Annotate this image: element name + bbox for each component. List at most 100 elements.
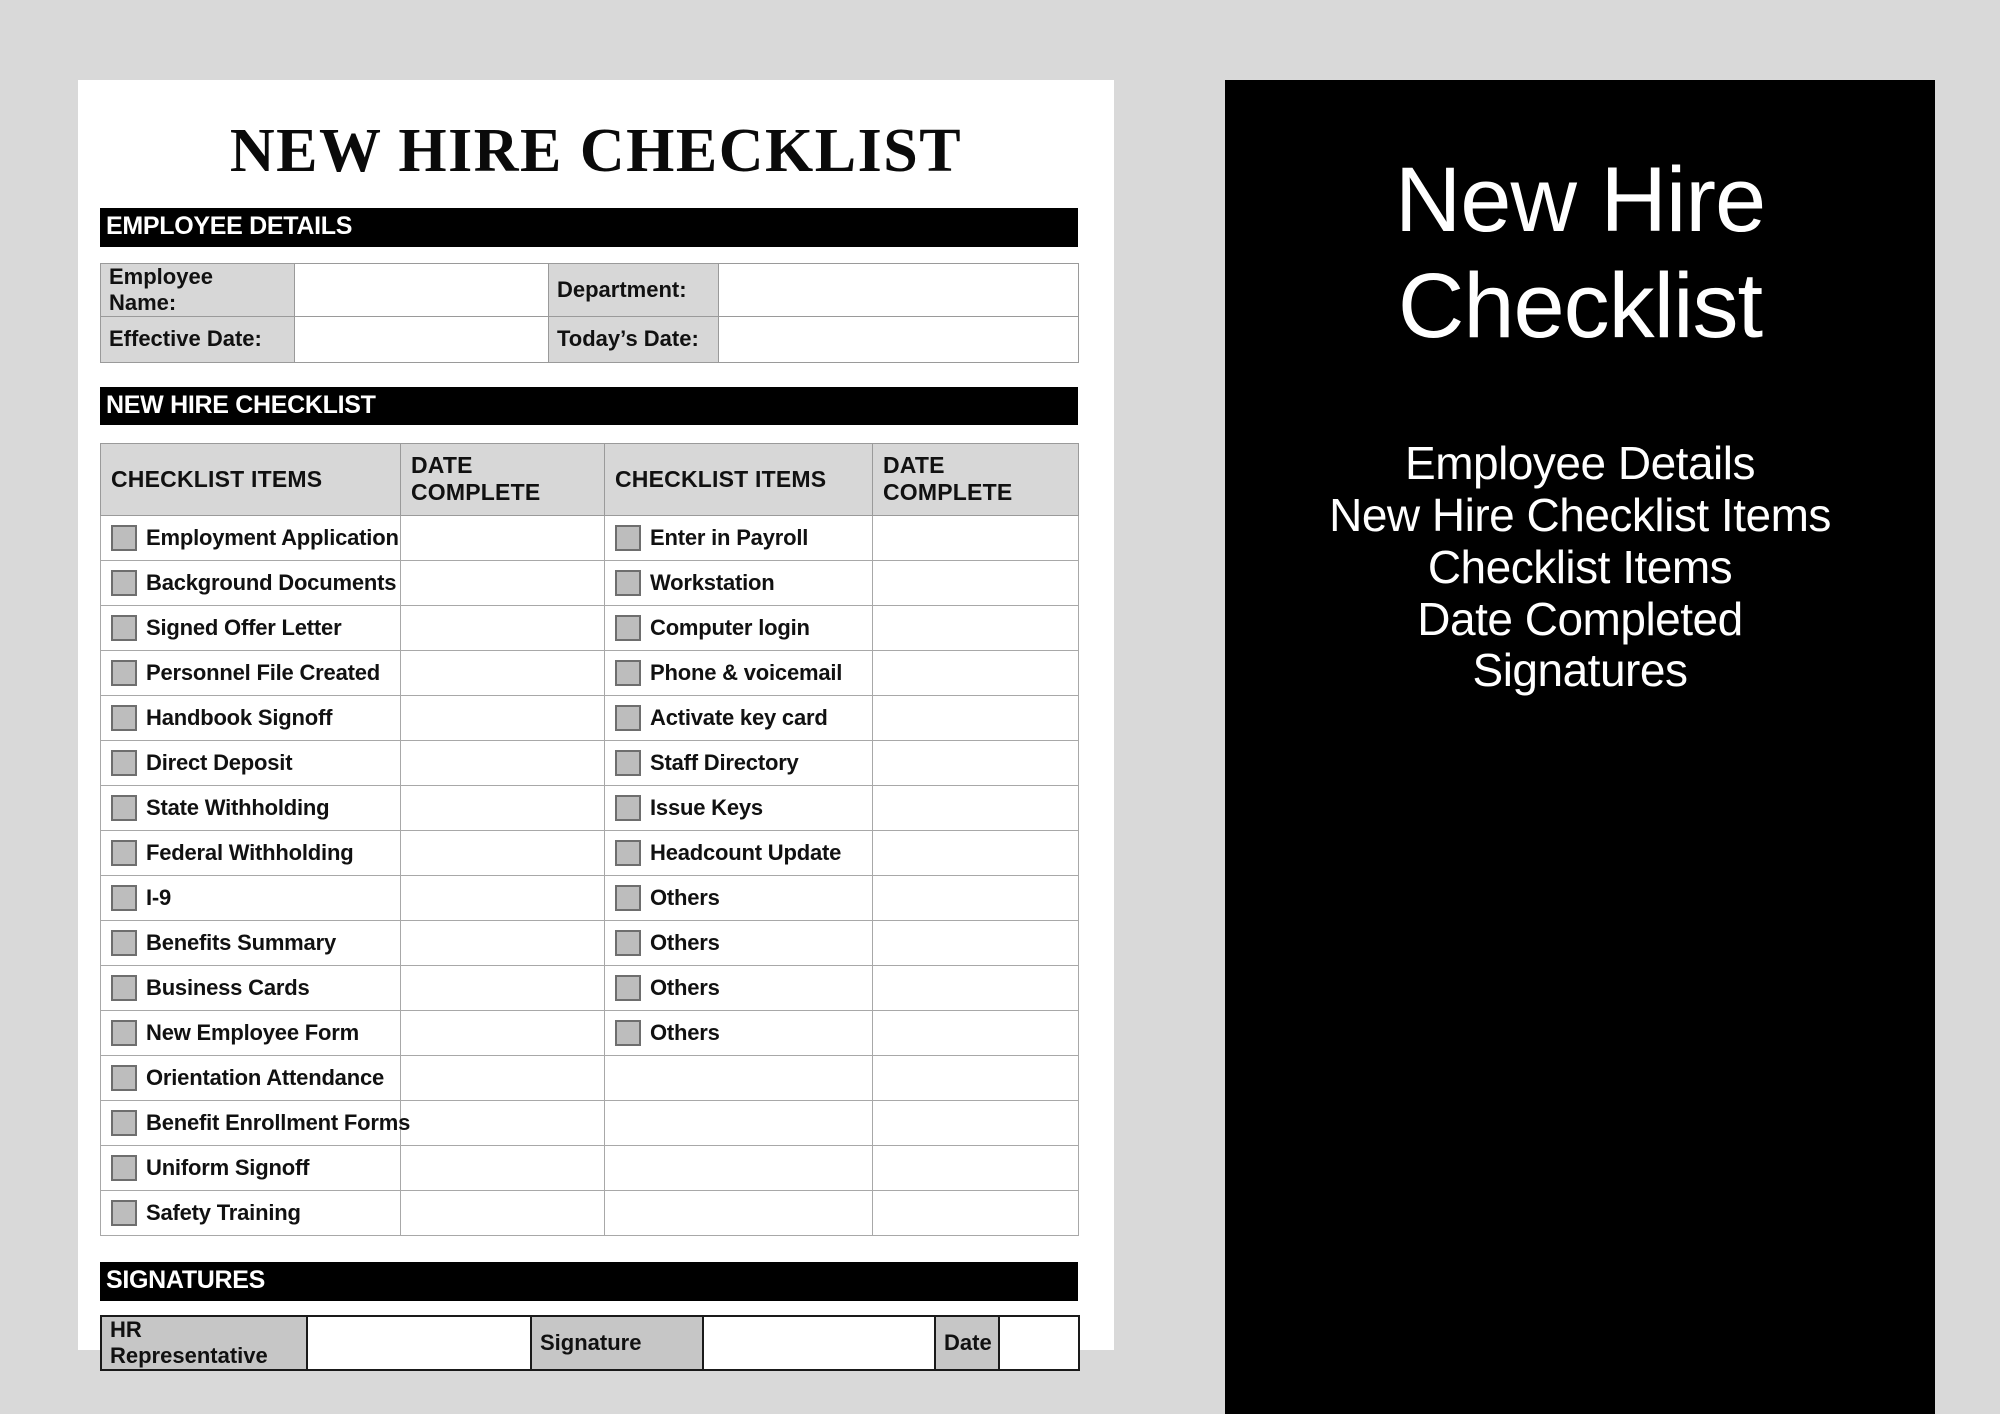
date-complete-cell-right[interactable] <box>872 785 1079 831</box>
date-complete-cell-right[interactable] <box>872 920 1079 966</box>
checklist-item-cell-right <box>604 1190 873 1236</box>
date-complete-cell-right[interactable] <box>872 695 1079 741</box>
checklist-item-label: State Withholding <box>146 795 330 820</box>
date-complete-cell-left[interactable] <box>400 605 605 651</box>
checklist-item-cell-left: Benefits Summary <box>100 920 401 966</box>
checklist-item-cell-right: Phone & voicemail <box>604 650 873 696</box>
table-row: Uniform Signoff <box>100 1145 1079 1191</box>
checkbox-icon[interactable] <box>111 795 137 821</box>
date-complete-cell-left[interactable] <box>400 1190 605 1236</box>
checkbox-icon[interactable] <box>615 885 641 911</box>
checkbox-icon[interactable] <box>615 930 641 956</box>
table-row: Employment Application Enter in Payroll <box>100 515 1079 561</box>
date-complete-cell-left[interactable] <box>400 560 605 606</box>
date-complete-cell-right[interactable] <box>872 650 1079 696</box>
checklist-item-cell-right <box>604 1100 873 1146</box>
checkbox-icon[interactable] <box>111 750 137 776</box>
checkbox-icon[interactable] <box>615 525 641 551</box>
department-field[interactable] <box>718 262 1079 317</box>
summary-list-item: Checklist Items <box>1427 540 1733 593</box>
date-complete-cell-right[interactable] <box>872 1010 1079 1056</box>
date-complete-cell-left[interactable] <box>400 1145 605 1191</box>
date-complete-cell-left[interactable] <box>400 740 605 786</box>
checkbox-icon[interactable] <box>615 1020 641 1046</box>
date-complete-cell-right[interactable] <box>872 1100 1079 1146</box>
summary-list-item: Date Completed <box>1417 592 1743 645</box>
column-header-date-complete-right: DATE COMPLETE <box>872 443 1079 516</box>
summary-panel: New Hire Checklist Employee Details New H… <box>1225 80 1935 1414</box>
checkbox-icon[interactable] <box>111 975 137 1001</box>
employee-details-table: Employee Name: Department: Effective Dat… <box>100 262 1079 363</box>
checklist-item-cell-left: Signed Offer Letter <box>100 605 401 651</box>
checkbox-icon[interactable] <box>111 570 137 596</box>
date-complete-cell-right[interactable] <box>872 560 1079 606</box>
checkbox-icon[interactable] <box>615 705 641 731</box>
document-page: NEW HIRE CHECKLIST EMPLOYEE DETAILS Empl… <box>78 80 1114 1371</box>
checkbox-icon[interactable] <box>111 930 137 956</box>
checklist-item-label: Handbook Signoff <box>146 705 333 730</box>
table-row: Benefit Enrollment Forms <box>100 1100 1079 1146</box>
employee-name-field[interactable] <box>294 262 549 317</box>
checklist-item-label: Staff Directory <box>650 750 799 775</box>
date-complete-cell-right[interactable] <box>872 965 1079 1011</box>
checkbox-icon[interactable] <box>111 525 137 551</box>
todays-date-field[interactable] <box>718 315 1079 363</box>
date-complete-cell-left[interactable] <box>400 785 605 831</box>
checkbox-icon[interactable] <box>111 705 137 731</box>
date-complete-cell-left[interactable] <box>400 1055 605 1101</box>
section-header-new-hire-checklist: NEW HIRE CHECKLIST <box>100 386 1078 425</box>
checkbox-icon[interactable] <box>111 840 137 866</box>
checklist-item-cell-right: Others <box>604 1010 873 1056</box>
checklist-item-label: Benefit Enrollment Forms <box>146 1110 411 1135</box>
checklist-item-label: Phone & voicemail <box>650 660 843 685</box>
checklist-item-label: Activate key card <box>650 705 828 730</box>
date-complete-cell-left[interactable] <box>400 515 605 561</box>
date-complete-cell-right[interactable] <box>872 740 1079 786</box>
checklist-item-label: Others <box>650 930 720 955</box>
checklist-item-cell-right: Staff Directory <box>604 740 873 786</box>
checkbox-icon[interactable] <box>615 660 641 686</box>
date-complete-cell-right[interactable] <box>872 875 1079 921</box>
effective-date-field[interactable] <box>294 315 549 363</box>
checkbox-icon[interactable] <box>615 615 641 641</box>
date-complete-cell-left[interactable] <box>400 1010 605 1056</box>
checklist-item-label: Employment Application <box>146 525 399 550</box>
checklist-item-label: Others <box>650 1020 720 1045</box>
checkbox-icon[interactable] <box>111 1065 137 1091</box>
checklist-item-cell-right: Activate key card <box>604 695 873 741</box>
date-complete-cell-left[interactable] <box>400 875 605 921</box>
date-complete-cell-left[interactable] <box>400 965 605 1011</box>
date-complete-cell-right[interactable] <box>872 1145 1079 1191</box>
checkbox-icon[interactable] <box>111 1020 137 1046</box>
table-row: Handbook Signoff Activate key card <box>100 695 1079 741</box>
date-complete-cell-left[interactable] <box>400 695 605 741</box>
signature-field[interactable] <box>702 1314 936 1371</box>
checkbox-icon[interactable] <box>111 885 137 911</box>
date-complete-cell-left[interactable] <box>400 650 605 696</box>
checkbox-icon[interactable] <box>615 750 641 776</box>
section-header-employee-details: EMPLOYEE DETAILS <box>100 208 1078 247</box>
date-complete-cell-right[interactable] <box>872 605 1079 651</box>
checkbox-icon[interactable] <box>111 1110 137 1136</box>
checkbox-icon[interactable] <box>111 660 137 686</box>
date-complete-cell-right[interactable] <box>872 515 1079 561</box>
date-complete-cell-left[interactable] <box>400 920 605 966</box>
checklist-item-cell-left: Business Cards <box>100 965 401 1011</box>
date-complete-cell-right[interactable] <box>872 1190 1079 1236</box>
date-complete-cell-left[interactable] <box>400 830 605 876</box>
checkbox-icon[interactable] <box>111 615 137 641</box>
date-field[interactable] <box>998 1314 1080 1371</box>
hr-representative-field[interactable] <box>306 1314 532 1371</box>
date-complete-cell-left[interactable] <box>400 1100 605 1146</box>
table-row: HR Representative Signature Date <box>100 1314 1080 1371</box>
checkbox-icon[interactable] <box>111 1200 137 1226</box>
checkbox-icon[interactable] <box>615 840 641 866</box>
date-complete-cell-right[interactable] <box>872 1055 1079 1101</box>
date-complete-cell-right[interactable] <box>872 830 1079 876</box>
checkbox-icon[interactable] <box>111 1155 137 1181</box>
checklist-item-label: Direct Deposit <box>146 750 293 775</box>
checkbox-icon[interactable] <box>615 975 641 1001</box>
checkbox-icon[interactable] <box>615 570 641 596</box>
checkbox-icon[interactable] <box>615 795 641 821</box>
table-row: Background Documents Workstation <box>100 560 1079 606</box>
